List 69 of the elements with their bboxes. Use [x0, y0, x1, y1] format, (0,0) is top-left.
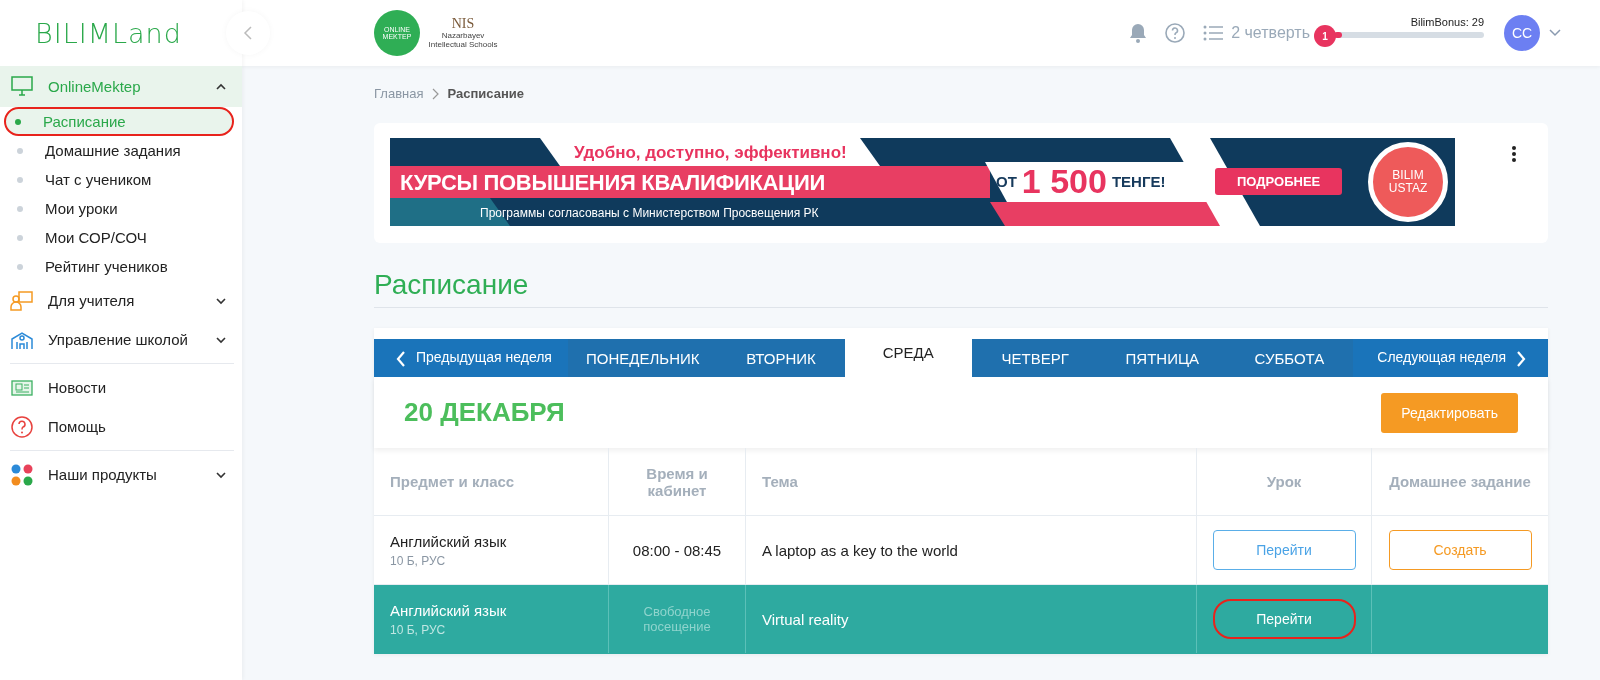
previous-week-button[interactable]: Предыдущая неделя [374, 339, 568, 377]
sidebar-subitem[interactable]: Домашние задания [5, 136, 234, 165]
banner-tagline: Удобно, доступно, эффективно! [574, 143, 847, 163]
sidebar-subitem[interactable]: Чат с учеником [5, 165, 234, 194]
bell-icon [1129, 23, 1148, 43]
more-options-icon [1511, 145, 1517, 163]
chevron-left-icon [243, 25, 253, 41]
table-row[interactable]: Английский язык 10 Б, РУС Свободное посещение Virtual reality Перейти [374, 585, 1548, 654]
banner-note: Программы согласованы с Министерством Просвещения РК [480, 206, 819, 220]
sidebar-subitem[interactable]: Рейтинг учеников [5, 252, 234, 281]
sidebar-subitem[interactable]: Расписание [4, 107, 234, 136]
user-avatar[interactable]: CC [1504, 15, 1540, 51]
day-tab[interactable]: ВТОРНИК [717, 339, 845, 377]
class-label: 10 Б, РУС [390, 553, 447, 568]
banner-headline: КУРСЫ ПОВЫШЕНИЯ КВАЛИФИКАЦИИ [400, 170, 825, 196]
topic-cell: Virtual reality [746, 585, 1197, 653]
help-icon [10, 414, 34, 439]
sidebar-item[interactable]: Помощь [0, 407, 242, 446]
nis-logo: NIS Nazarbayev Intellectual Schools [428, 16, 498, 50]
date-heading: 20 ДЕКАБРЯ [404, 397, 565, 428]
level-badge: 1 [1314, 25, 1336, 47]
chevron-right-icon [431, 87, 440, 100]
time-cell: 08:00 - 08:45 [609, 516, 746, 584]
time-cell: Свободное посещение [609, 585, 746, 653]
sidebar-subitem[interactable]: Мои уроки [5, 194, 234, 223]
price-value: 1 500 [1021, 162, 1107, 201]
bonus-label: BilimBonus: 29 [1410, 16, 1484, 28]
bullet-icon [17, 176, 23, 183]
price-suffix: ТЕНГЕ! [1111, 173, 1166, 190]
class-label: 10 Б, РУС [390, 622, 447, 637]
chevron-down-icon [1548, 28, 1562, 38]
go-button[interactable]: Перейти [1212, 599, 1356, 639]
chevron-right-icon [1515, 350, 1526, 367]
bilimland-logo[interactable]: BILIMLand [35, 16, 182, 52]
more-button[interactable]: ПОДРОБНЕЕ [1215, 168, 1343, 195]
subject-name: Английский язык [390, 601, 508, 619]
bullet-icon [17, 263, 23, 270]
teacher-board-icon [10, 288, 34, 313]
go-button[interactable]: Перейти [1212, 530, 1356, 570]
sidebar-subitem[interactable]: Мои СОР/СОЧ [5, 223, 234, 252]
sidebar-item[interactable]: Управление школой [0, 320, 242, 359]
sidebar-item[interactable]: Наши продукты [0, 455, 242, 494]
column-header: Тема [746, 448, 1197, 515]
bullet-icon [17, 205, 23, 212]
subject-name: Английский язык [390, 532, 508, 550]
help-icon [1165, 23, 1186, 43]
column-header: Домашнее задание [1388, 472, 1532, 492]
day-tab[interactable]: ПОНЕДЕЛЬНИК [568, 339, 718, 377]
table-row[interactable]: Английский язык 10 Б, РУС 08:00 - 08:45 A laptop as a key to the world Перейти Создать [374, 516, 1548, 585]
list-icon [1203, 25, 1224, 41]
bullet-icon [17, 147, 23, 154]
chevron-left-icon [396, 350, 406, 367]
sidebar-item[interactable]: Новости [0, 368, 242, 407]
column-header: Урок [1197, 448, 1372, 515]
topic-cell: A laptop as a key to the world [746, 516, 1197, 584]
monitor-icon [10, 74, 34, 99]
day-tab[interactable]: ПЯТНИЦА [1098, 339, 1226, 377]
breadcrumb-link[interactable]: Главная [374, 86, 424, 101]
column-header: Предмет и класс [374, 448, 609, 515]
day-tab[interactable]: СУББОТА [1225, 339, 1353, 377]
bullet-icon [15, 118, 21, 125]
sidebar-item[interactable]: Для учителя [0, 281, 242, 320]
column-header: Время и кабинет [609, 448, 746, 515]
colored-dots-icon [10, 462, 34, 487]
page-title: Расписание [374, 269, 1548, 308]
next-week-button[interactable]: Следующая неделя [1352, 339, 1548, 377]
day-tab[interactable]: ЧЕТВЕРГ [971, 339, 1099, 377]
price-prefix: ОТ [996, 173, 1017, 190]
bullet-icon [17, 234, 23, 241]
